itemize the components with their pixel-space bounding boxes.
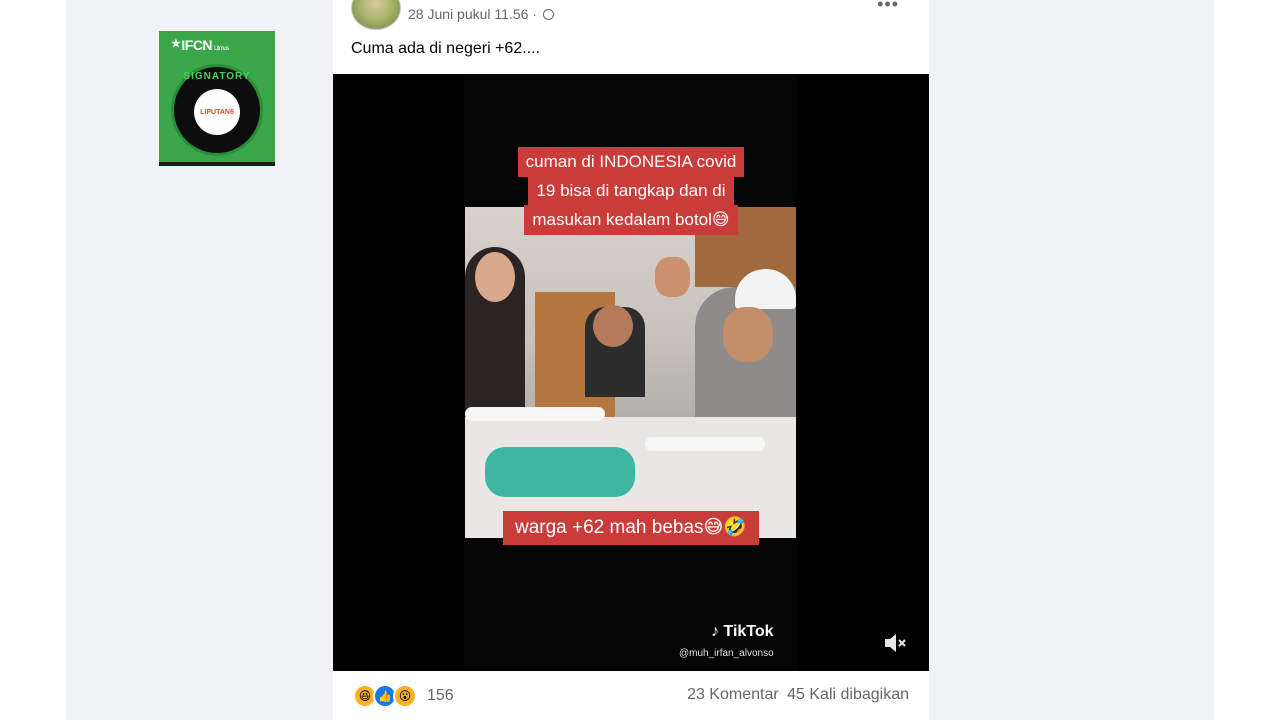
scene-hand	[655, 257, 690, 297]
liputan6-logo: LIPUTAN6	[194, 89, 240, 135]
globe-icon	[542, 9, 554, 20]
tiktok-handle: @muh_irfan_alvonso	[679, 648, 774, 659]
post-card: 28 Juni pukul 11.56 · ••• Cuma ada di ne…	[333, 0, 929, 720]
video-scene	[465, 207, 796, 538]
scene-patient-gown	[485, 447, 635, 497]
caption-top-line-3: masukan kedalam botol😅	[333, 205, 929, 235]
scene-face-middle	[593, 305, 633, 347]
post-text: Cuma ada di negeri +62....	[351, 40, 541, 57]
video-player[interactable]: cuman di INDONESIA covid 19 bisa di tang…	[333, 74, 929, 671]
scene-face-right	[723, 307, 773, 362]
scene-bed-rail	[465, 407, 605, 421]
reaction-count: 156	[427, 687, 454, 704]
scene-face-left	[475, 252, 515, 302]
tiktok-watermark: ♪ TikTok	[711, 623, 774, 640]
shares-count-link[interactable]: 45 Kali dibagikan	[787, 686, 909, 703]
badge-bottom-strip	[159, 162, 275, 166]
caption-bottom: warga +62 mah bebas😅🤣	[333, 511, 929, 545]
ifcn-seal: SIGNATORY LIPUTAN6	[171, 64, 263, 156]
author-avatar[interactable]	[351, 0, 401, 30]
wow-icon: 😮	[393, 684, 417, 708]
mute-icon[interactable]	[883, 632, 907, 654]
comments-count-link[interactable]: 23 Komentar	[687, 686, 779, 703]
post-timestamp[interactable]: 28 Juni pukul 11.56 ·	[408, 6, 554, 22]
ifcn-ring-text: SIGNATORY	[183, 71, 251, 82]
ifcn-logo-text: ★IFCN Litmus	[171, 37, 229, 53]
post-stats: 23 Komentar 45 Kali dibagikan	[687, 686, 909, 704]
ifcn-signatory-badge: ★IFCN Litmus SIGNATORY LIPUTAN6	[159, 31, 275, 166]
caption-top-line-1: cuman di INDONESIA covid	[333, 147, 929, 177]
post-header: 28 Juni pukul 11.56 · •••	[333, 0, 929, 36]
reactions-summary[interactable]: 😆 👍 😮 156	[353, 684, 454, 708]
more-options-icon[interactable]: •••	[877, 0, 899, 15]
scene-bed-rail-2	[645, 437, 765, 451]
tiktok-icon: ♪	[711, 623, 719, 640]
caption-top-line-2: 19 bisa di tangkap dan di	[333, 176, 929, 206]
